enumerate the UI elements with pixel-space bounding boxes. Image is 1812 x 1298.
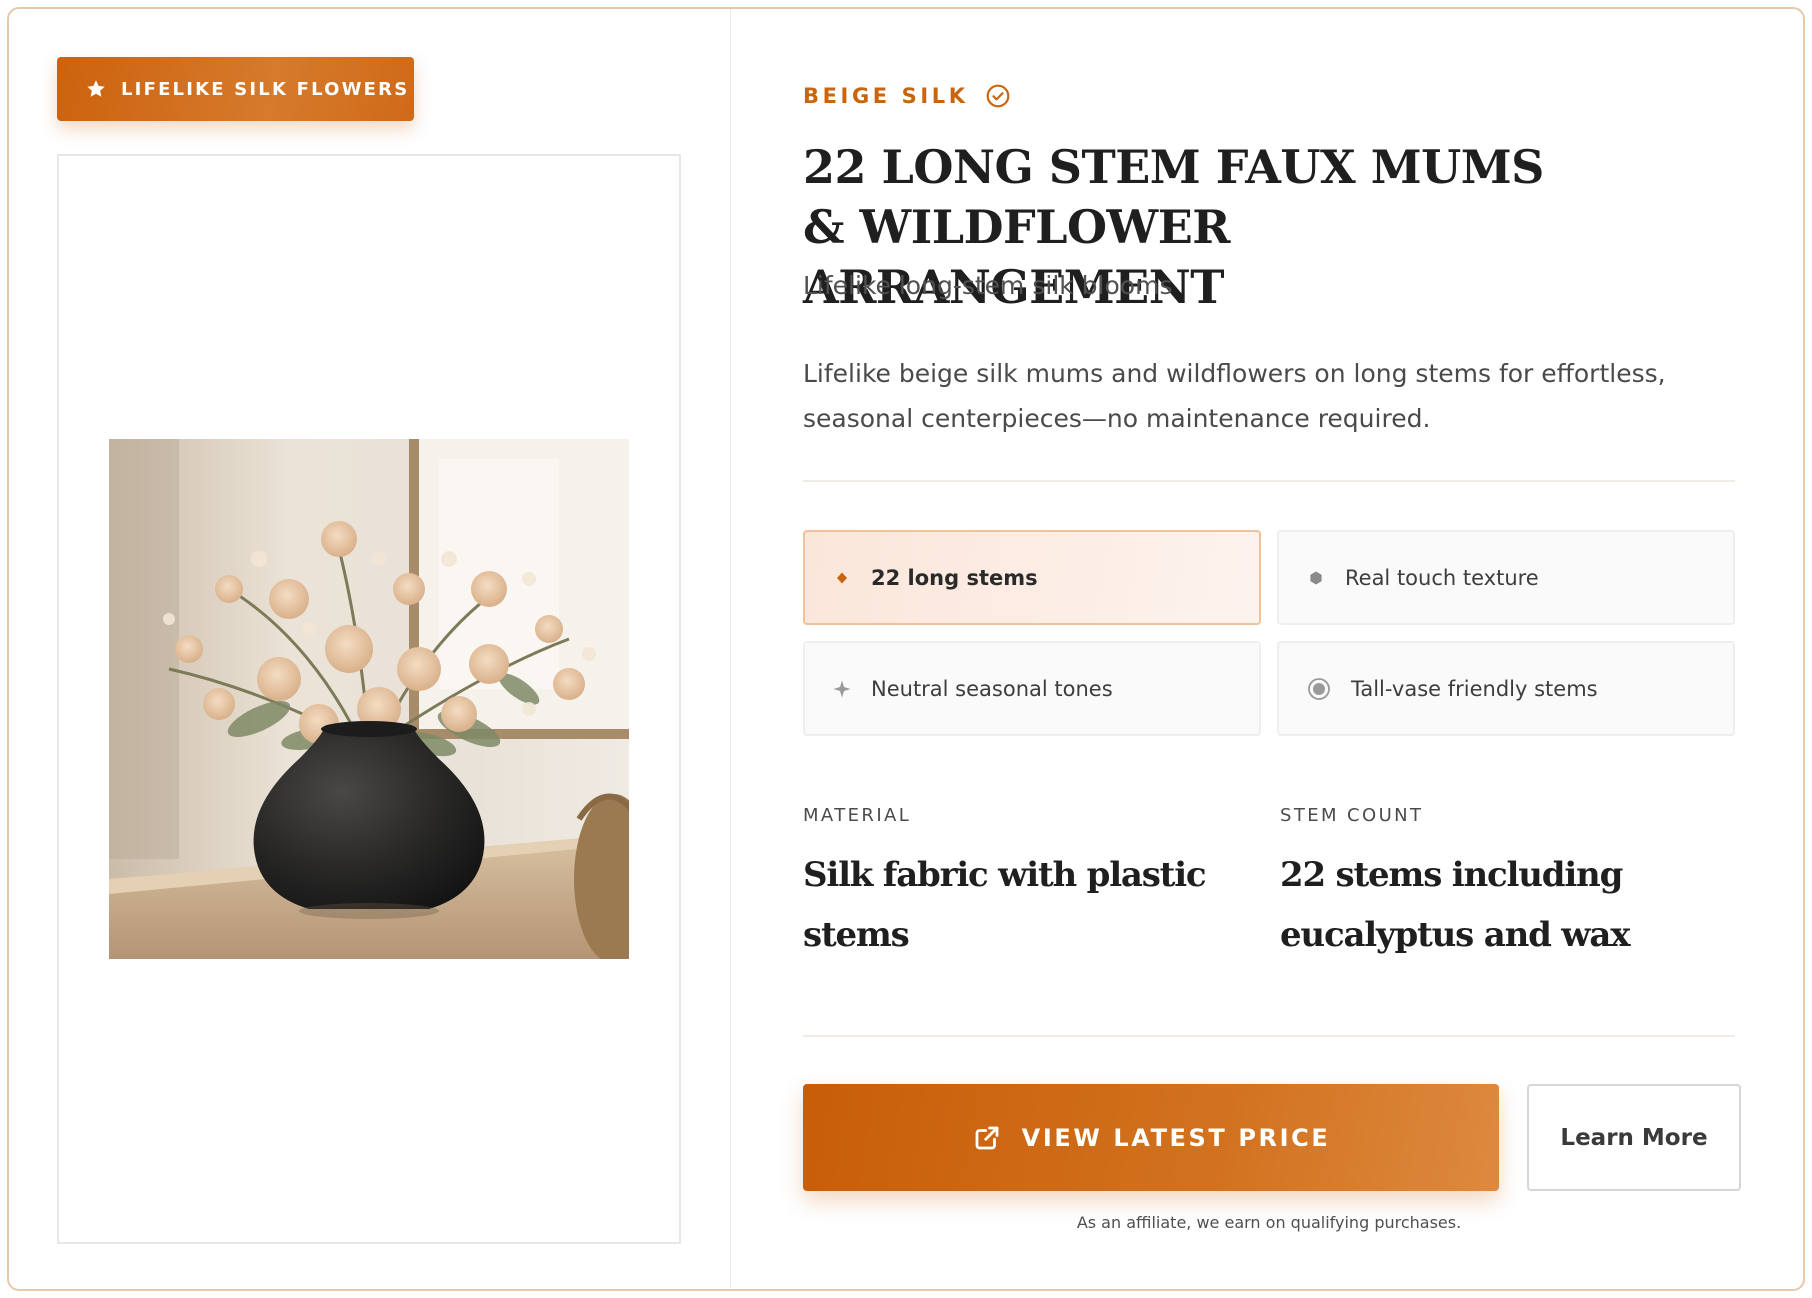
external-link-icon [975,1126,999,1149]
section-divider [803,480,1735,482]
learn-more-button[interactable]: Learn More [1527,1084,1741,1191]
sparkle-icon [833,680,851,697]
product-image[interactable] [109,439,629,959]
product-subtitle: Lifelike long-stem silk blooms [803,271,1173,300]
cta-label: VIEW LATEST PRICE [1021,1123,1331,1152]
eyebrow-label: BEIGE SILK [803,84,969,108]
radio-dot-icon [1308,677,1330,700]
spec-label-material: MATERIAL [803,805,912,826]
product-description: Lifelike beige silk mums and wildflowers… [803,359,1666,433]
product-eyebrow: BEIGE SILK [803,83,1011,109]
feature-item: Neutral seasonal tones [803,641,1261,736]
feature-label: Neutral seasonal tones [871,676,1113,701]
hexagon-icon [1310,571,1322,584]
feature-badge: LIFELIKE SILK FLOWERS [57,57,414,121]
spec-label-stem-count: STEM COUNT [1280,805,1424,826]
feature-label: 22 long stems [871,565,1038,590]
feature-label: Tall-vase friendly stems [1351,676,1598,701]
badge-label: LIFELIKE SILK FLOWERS [121,78,410,100]
spec-value-stem-count: 22 stems including eucalyptus and wax [1280,855,1630,955]
feature-item: 22 long stems [803,530,1261,625]
diamond-icon [837,572,847,583]
star-icon [87,80,105,97]
feature-item: Real touch texture [1277,530,1735,625]
check-circle-icon [986,84,1010,108]
section-divider [803,1035,1735,1037]
affiliate-disclaimer: As an affiliate, we earn on qualifying p… [1076,1213,1462,1232]
learn-more-label: Learn More [1560,1124,1708,1151]
feature-label: Real touch texture [1345,565,1539,590]
view-latest-price-button[interactable]: VIEW LATEST PRICE [803,1084,1499,1191]
product-card: LIFELIKE SILK FLOWERS BEIGE SILK 22 LONG… [7,7,1805,1291]
column-divider [730,9,731,1289]
feature-item: Tall-vase friendly stems [1277,641,1735,736]
spec-value-material: Silk fabric with plastic stems [803,855,1207,955]
product-image-frame [57,154,681,1244]
